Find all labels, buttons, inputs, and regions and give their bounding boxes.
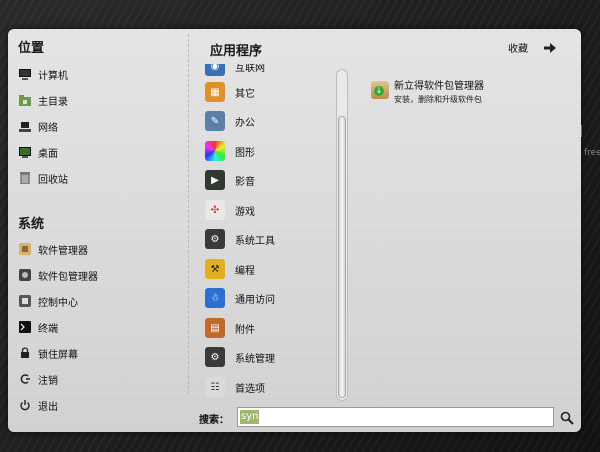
synaptic-package-icon: ↓ [371,81,389,99]
app-result-name: 新立得软件包管理器 [394,81,484,92]
category-administration[interactable]: ⚙ 系统管理 [205,345,275,369]
favorites-button[interactable]: 收藏 [508,40,556,55]
applications-title: 应用程序 [210,44,263,59]
system-software-manager[interactable]: 软件管理器 [19,240,88,258]
category-graphics[interactable]: 图形 [205,139,255,163]
category-system-tools[interactable]: ⚙ 系统工具 [205,227,275,251]
mint-menu: 位置 计算机 主目录 网络 桌面 回收站 系统 软件管理器 软件包管理器 控制中… [8,29,581,432]
category-label: 图形 [235,147,255,159]
lock-screen-label: 锁住屏幕 [38,349,78,361]
category-programming[interactable]: ⚒ 编程 [205,257,255,281]
package-manager-label: 软件包管理器 [38,271,98,283]
logout-icon [19,373,31,385]
quit-label: 退出 [38,401,58,413]
category-list: ◉ 互联网 ▦ 其它 ✎ 办公 图形 ▶ 影音 ✣ 游戏 ⚙ 系统工具 ⚒ 编程… [198,64,340,399]
arrow-right-icon [544,42,556,53]
software-manager-icon [19,243,31,255]
category-label: 其它 [235,88,255,100]
software-manager-label: 软件管理器 [38,245,88,257]
category-accessories[interactable]: ▤ 附件 [205,316,255,340]
search-input-value: syn [240,410,260,424]
place-desktop-label: 桌面 [38,148,58,160]
games-icon: ✣ [205,200,225,220]
system-logout[interactable]: 注销 [19,370,58,388]
graphics-icon [205,141,225,161]
administration-icon: ⚙ [205,347,225,367]
place-trash-label: 回收站 [38,174,68,186]
home-folder-icon [19,94,31,106]
system-title: 系统 [18,217,45,232]
accessibility-icon: ☃ [205,288,225,308]
category-games[interactable]: ✣ 游戏 [205,198,255,222]
category-label: 编程 [235,265,255,277]
logout-label: 注销 [38,375,58,387]
programming-icon: ⚒ [205,259,225,279]
app-result-synaptic[interactable]: ↓ 新立得软件包管理器 安装，删除和升级软件包 [371,77,484,105]
computer-icon [19,68,31,80]
search-icon[interactable] [560,410,574,425]
place-home[interactable]: 主目录 [19,91,68,109]
watermark-subtext: free [584,148,600,158]
column-divider [188,34,189,394]
package-manager-icon [19,269,31,281]
preferences-icon: ☷ [205,377,225,397]
multimedia-icon: ▶ [205,170,225,190]
place-computer[interactable]: 计算机 [19,65,68,83]
category-label: 系统工具 [235,235,275,247]
search-label: 搜索： [199,415,229,426]
category-accessibility[interactable]: ☃ 通用访问 [205,286,275,310]
network-icon [19,120,31,132]
place-network-label: 网络 [38,122,58,134]
category-label: 附件 [235,324,255,336]
favorites-label: 收藏 [508,44,528,55]
places-title: 位置 [18,41,45,56]
category-multimedia[interactable]: ▶ 影音 [205,168,255,192]
category-label: 互联网 [235,64,265,74]
control-center-icon [19,295,31,307]
category-preferences[interactable]: ☷ 首选项 [205,375,265,399]
category-label: 通用访问 [235,294,275,306]
trash-icon [19,172,31,184]
internet-icon: ◉ [205,64,225,76]
app-result-description: 安装，删除和升级软件包 [394,95,482,104]
place-home-label: 主目录 [38,96,68,108]
control-center-label: 控制中心 [38,297,78,309]
office-icon: ✎ [205,111,225,131]
place-trash[interactable]: 回收站 [19,169,68,187]
place-desktop[interactable]: 桌面 [19,143,58,161]
system-tools-icon: ⚙ [205,229,225,249]
category-label: 影音 [235,176,255,188]
power-icon [19,399,31,411]
category-label: 游戏 [235,206,255,218]
other-icon: ▦ [205,82,225,102]
category-internet[interactable]: ◉ 互联网 [205,64,265,78]
place-computer-label: 计算机 [38,70,68,82]
terminal-label: 终端 [38,323,58,335]
system-terminal[interactable]: 终端 [19,318,58,336]
terminal-icon [19,321,31,333]
scrollbar-thumb[interactable] [338,116,346,398]
category-label: 首选项 [235,383,265,395]
place-network[interactable]: 网络 [19,117,58,135]
system-control-center[interactable]: 控制中心 [19,292,78,310]
accessories-icon: ▤ [205,318,225,338]
lock-icon [19,347,31,359]
system-quit[interactable]: 退出 [19,396,58,414]
category-office[interactable]: ✎ 办公 [205,109,255,133]
search-input[interactable] [237,407,554,427]
category-scrollbar[interactable] [336,69,348,401]
system-lock-screen[interactable]: 锁住屏幕 [19,344,78,362]
category-label: 系统管理 [235,353,275,365]
system-package-manager[interactable]: 软件包管理器 [19,266,98,284]
desktop-icon [19,146,31,158]
category-other[interactable]: ▦ 其它 [205,80,255,104]
category-label: 办公 [235,117,255,129]
